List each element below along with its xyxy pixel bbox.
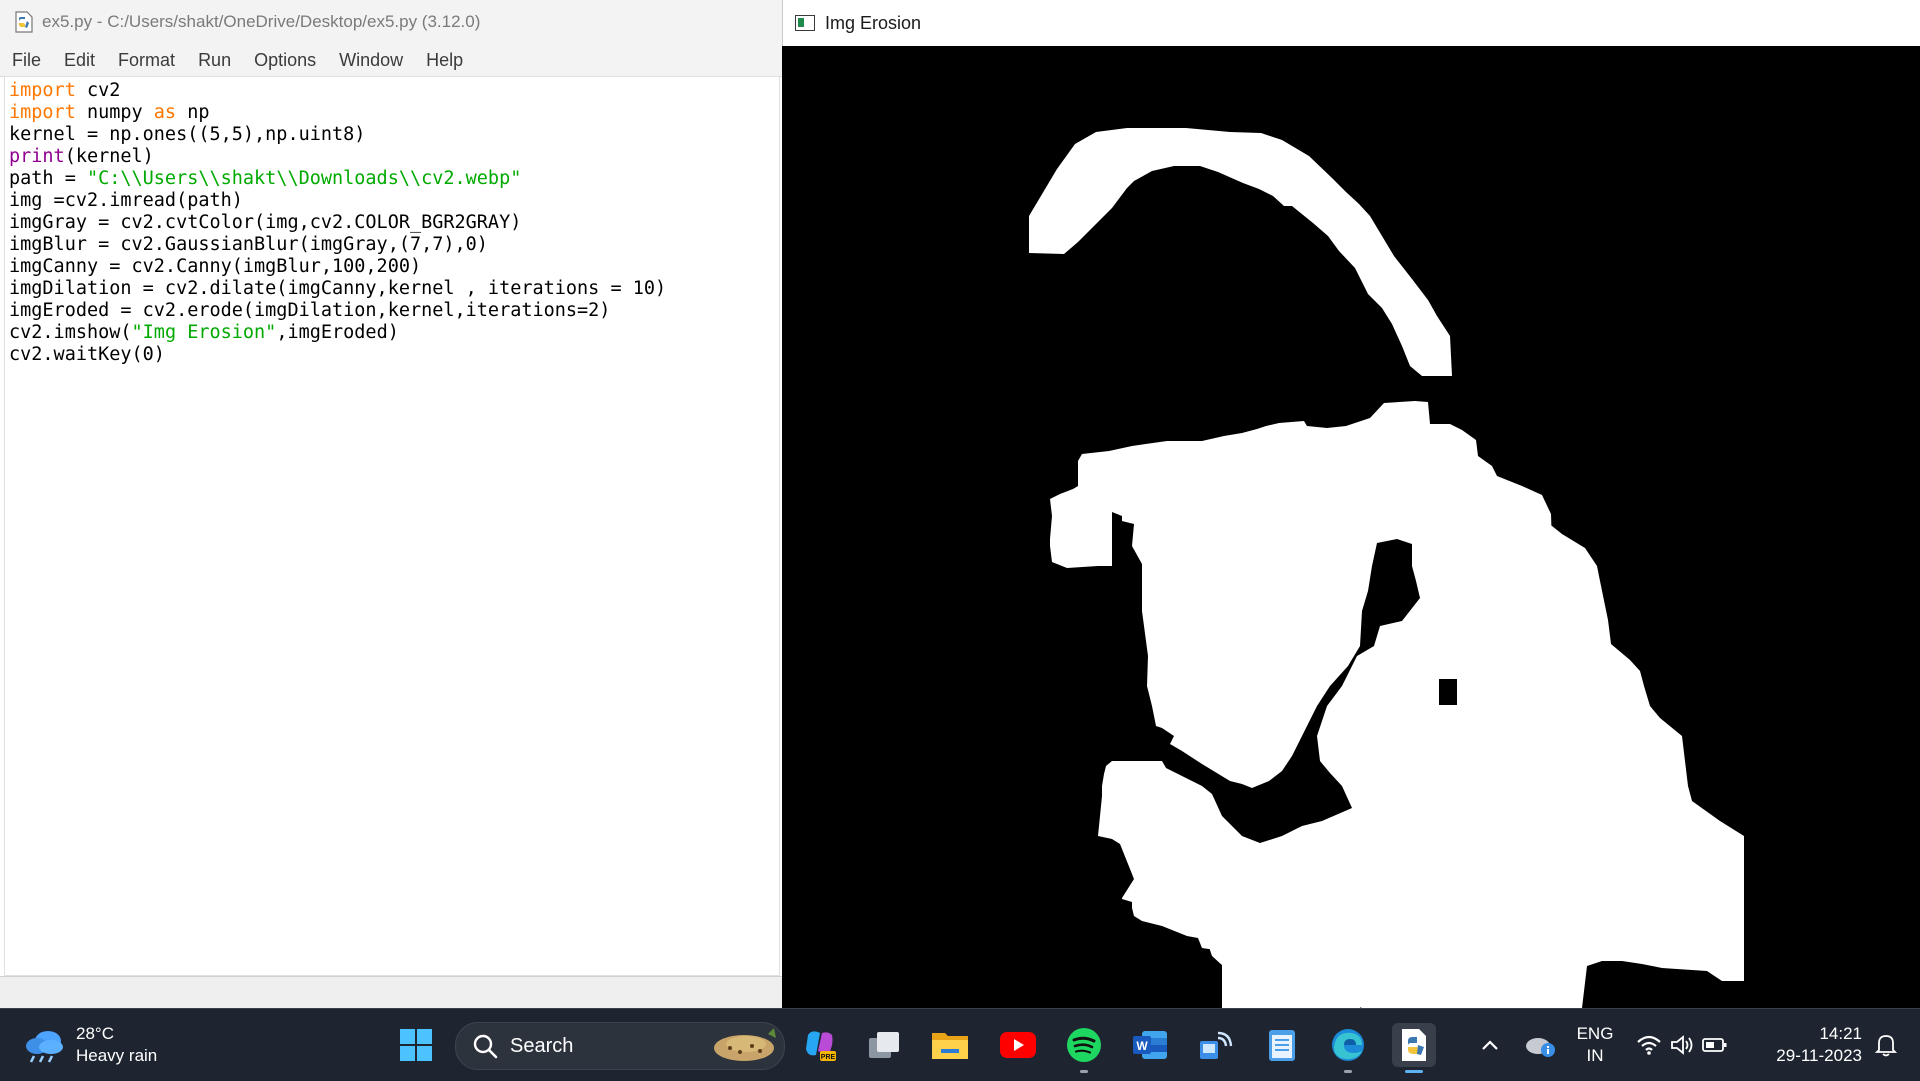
code-line[interactable]: imgGray = cv2.cvtColor(img,cv2.COLOR_BGR… (9, 212, 779, 234)
file-explorer-button[interactable] (928, 1023, 972, 1067)
code-content[interactable]: import cv2 import numpy as np kernel = np.… (5, 77, 779, 366)
black-hole-1 (1374, 576, 1386, 606)
volume-icon (1671, 1035, 1693, 1055)
edge-button[interactable] (1326, 1023, 1370, 1073)
edge-running-indicator (1344, 1070, 1352, 1073)
python-idle-button[interactable] (1392, 1023, 1436, 1073)
menu-file[interactable]: File (0, 50, 52, 71)
weather-widget[interactable]: 28°C Heavy rain (24, 1023, 157, 1067)
show-hidden-icons-button[interactable] (1468, 1023, 1512, 1067)
battery-icon (1702, 1038, 1727, 1052)
code-line[interactable]: cv2.waitKey(0) (9, 344, 779, 366)
weather-temperature: 28°C (76, 1024, 114, 1043)
menu-run[interactable]: Run (186, 50, 242, 71)
youtube-button[interactable] (996, 1023, 1040, 1067)
editor-menu-bar: File Edit Format Run Options Window Help (0, 44, 782, 77)
python-idle-icon (1402, 1029, 1426, 1061)
menu-edit[interactable]: Edit (52, 50, 106, 71)
language-indicator[interactable]: ENG IN (1570, 1023, 1620, 1067)
image-window-title-bar[interactable]: Img Erosion (782, 0, 1920, 46)
clock-date: 29-11-2023 (1776, 1046, 1862, 1065)
region-code: IN (1586, 1046, 1604, 1065)
code-line[interactable]: kernel = np.ones((5,5),np.uint8) (9, 124, 779, 146)
eroded-image-canvas (782, 46, 1920, 1008)
menu-options[interactable]: Options (242, 50, 327, 71)
black-hole-2 (1439, 679, 1457, 705)
img-erosion-window[interactable]: Img Erosion (782, 0, 1920, 1008)
spotify-running-indicator (1080, 1070, 1088, 1073)
word-button[interactable]: W (1128, 1023, 1172, 1067)
menu-format[interactable]: Format (106, 50, 186, 71)
window-app-icon (795, 15, 815, 31)
idle-editor-window[interactable]: ex5.py - C:/Users/shakt/OneDrive/Desktop… (0, 0, 783, 1009)
search-highlight-image-icon (714, 1028, 776, 1061)
start-button[interactable] (394, 1023, 438, 1067)
cast-icon (1200, 1031, 1233, 1059)
code-line[interactable]: cv2.imshow("Img Erosion",imgEroded) (9, 322, 779, 344)
clock[interactable]: 14:21 29-11-2023 (1752, 1023, 1862, 1067)
code-line[interactable]: imgBlur = cv2.GaussianBlur(imgGray,(7,7)… (9, 234, 779, 256)
edge-icon (1332, 1029, 1364, 1061)
language-code: ENG (1576, 1024, 1614, 1043)
code-line[interactable]: imgDilation = cv2.dilate(imgCanny,kernel… (9, 278, 779, 300)
notifications-button[interactable] (1864, 1023, 1908, 1067)
code-line[interactable]: import cv2 (9, 80, 779, 102)
python-idle-active-indicator (1405, 1070, 1423, 1073)
code-line[interactable]: img =cv2.imread(path) (9, 190, 779, 212)
folder-icon (932, 1033, 968, 1059)
editor-title: ex5.py - C:/Users/shakt/OneDrive/Desktop… (42, 12, 481, 31)
windows-logo-icon (400, 1029, 432, 1061)
taskbar: 28°C Heavy rain Search PRE W ENG IN 14:2… (0, 1008, 1920, 1081)
code-line[interactable]: path = "C:\\Users\\shakt\\Downloads\\cv2… (9, 168, 779, 190)
code-text-area[interactable]: import cv2 import numpy as np kernel = np.… (4, 76, 780, 976)
code-line[interactable]: imgEroded = cv2.erode(imgDilation,kernel… (9, 300, 779, 322)
bell-icon (1875, 1035, 1897, 1057)
menu-window[interactable]: Window (327, 50, 414, 71)
menu-help[interactable]: Help (414, 50, 474, 71)
search-icon (473, 1034, 498, 1059)
image-window-title: Img Erosion (825, 12, 922, 33)
task-view-icon (869, 1032, 899, 1058)
notepad-button[interactable] (1260, 1023, 1304, 1067)
python-file-icon (14, 11, 34, 33)
onedrive-button[interactable] (1518, 1023, 1562, 1067)
onedrive-cloud-icon (1526, 1038, 1555, 1057)
clock-time: 14:21 (1819, 1024, 1862, 1043)
taskbar-search-box[interactable]: Search (455, 1022, 785, 1070)
svg-text:PRE: PRE (821, 1054, 836, 1061)
rain-cloud-icon (24, 1027, 66, 1063)
code-line[interactable]: import numpy as np (9, 102, 779, 124)
task-view-button[interactable] (862, 1023, 906, 1067)
code-line[interactable]: print(kernel) (9, 146, 779, 168)
code-line[interactable]: imgCanny = cv2.Canny(imgBlur,100,200) (9, 256, 779, 278)
spotify-button[interactable] (1062, 1023, 1106, 1073)
chevron-up-icon (1482, 1040, 1498, 1050)
svg-text:W: W (1136, 1039, 1148, 1053)
connect-button[interactable] (1194, 1023, 1238, 1067)
quick-settings-button[interactable] (1632, 1023, 1732, 1067)
youtube-icon (1000, 1032, 1036, 1058)
copilot-icon: PRE (806, 1031, 836, 1061)
weather-condition: Heavy rain (76, 1046, 158, 1065)
word-icon: W (1133, 1031, 1167, 1059)
eroded-image (782, 46, 1920, 1008)
spotify-icon (1067, 1028, 1101, 1062)
wifi-icon (1637, 1035, 1661, 1055)
editor-title-bar[interactable]: ex5.py - C:/Users/shakt/OneDrive/Desktop… (0, 0, 782, 44)
notepad-icon (1269, 1030, 1295, 1061)
search-label: Search (510, 1034, 574, 1057)
editor-status-bar (0, 976, 782, 1009)
copilot-button[interactable]: PRE (798, 1023, 842, 1067)
